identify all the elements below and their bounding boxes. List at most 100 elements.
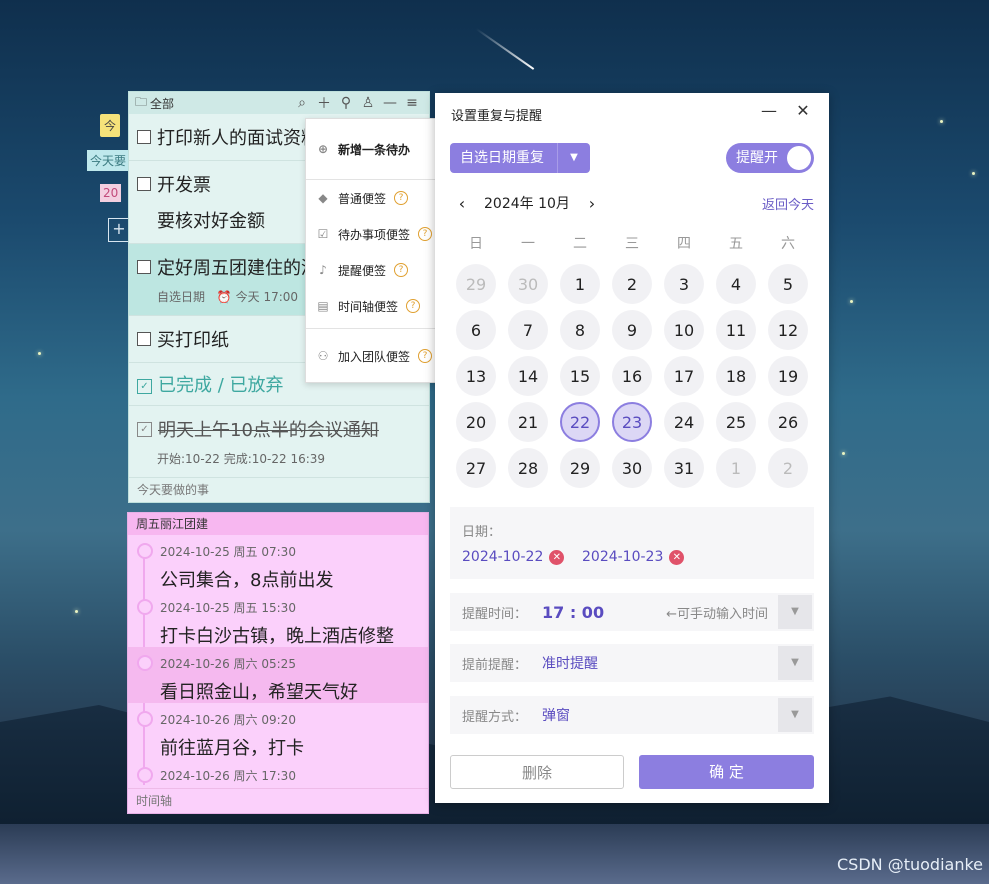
calendar-day[interactable]: 29	[450, 261, 502, 307]
help-icon[interactable]: ?	[418, 227, 433, 241]
weekday-label: 三	[625, 236, 639, 252]
calendar-day[interactable]: 5	[762, 261, 814, 307]
calendar-day-number: 9	[612, 310, 652, 350]
advance-remind-row[interactable]: 提前提醒： 准时提醒 ▼	[450, 644, 814, 682]
reminder-toggle[interactable]: 提醒开	[726, 143, 814, 173]
remind-time-label: 提醒时间：	[462, 606, 528, 622]
calendar-day[interactable]: 27	[450, 445, 502, 491]
minimize-icon[interactable]: —	[379, 95, 401, 111]
chevron-down-icon[interactable]: ▼	[557, 143, 590, 173]
timeline-item[interactable]: 2024-10-26 周六 05:25 看日照金山，希望天气好	[128, 647, 428, 703]
calendar-day[interactable]: 6	[450, 307, 502, 353]
calendar-day[interactable]: 2	[762, 445, 814, 491]
search-icon[interactable]: ⌕	[291, 95, 313, 111]
menu-new-todo[interactable]: ⊕ 新增一条待办	[306, 119, 443, 179]
calendar-day[interactable]: 30	[606, 445, 658, 491]
remove-date-icon[interactable]: ✕	[669, 549, 685, 565]
todo-checkbox[interactable]	[137, 130, 151, 144]
calendar-day-number: 27	[456, 448, 496, 488]
calendar-day[interactable]: 15	[554, 353, 606, 399]
calendar-day[interactable]: 1	[554, 261, 606, 307]
calendar-day[interactable]: 10	[658, 307, 710, 353]
next-month-icon[interactable]: ›	[580, 194, 604, 213]
calendar-day[interactable]: 18	[710, 353, 762, 399]
calendar-day[interactable]: 26	[762, 399, 814, 445]
add-icon[interactable]: ＋	[313, 93, 335, 113]
side-sticker-3[interactable]: 20	[100, 184, 122, 202]
calendar-day[interactable]: 13	[450, 353, 502, 399]
help-icon[interactable]: ?	[394, 191, 409, 205]
done-text: 明天上午10点半的会议通知	[158, 420, 379, 441]
calendar-day[interactable]: 20	[450, 399, 502, 445]
calendar-day[interactable]: 29	[554, 445, 606, 491]
back-to-today-link[interactable]: 返回今天	[762, 194, 814, 213]
remove-date-icon[interactable]: ✕	[549, 549, 565, 565]
calendar-day[interactable]: 24	[658, 399, 710, 445]
calendar-day-number: 31	[664, 448, 704, 488]
calendar-day[interactable]: 21	[502, 399, 554, 445]
calendar-day[interactable]: 31	[658, 445, 710, 491]
help-icon[interactable]: ?	[406, 299, 421, 313]
menu-normal-note[interactable]: ◆ 普通便签?	[306, 180, 443, 216]
calendar-day[interactable]: 8	[554, 307, 606, 353]
calendar-day[interactable]: 16	[606, 353, 658, 399]
folder-selector[interactable]: 🗀 全部	[135, 93, 291, 114]
prev-month-icon[interactable]: ‹	[450, 194, 474, 213]
todo-checkbox[interactable]	[137, 177, 151, 191]
close-icon[interactable]: ✕	[791, 101, 815, 120]
calendar-day-number: 3	[664, 264, 704, 304]
timeline-item[interactable]: 2024-10-25 周五 07:30 公司集合，8点前出发	[128, 535, 428, 591]
timeline-item[interactable]: 2024-10-25 周五 15:30 打卡白沙古镇，晚上酒店修整	[128, 591, 428, 647]
calendar-day[interactable]: 1	[710, 445, 762, 491]
calendar-day[interactable]: 19	[762, 353, 814, 399]
calendar-grid: 29 30 1 2 3 4 5 6 7 8 9 10 11 12 13 14 15 16 17 18 19 20 21 22 2…	[450, 261, 814, 491]
todo-checkbox[interactable]	[137, 332, 151, 346]
minimize-icon[interactable]: —	[757, 101, 781, 120]
calendar-day-number: 11	[716, 310, 756, 350]
method-label: 提醒方式：	[462, 709, 528, 725]
done-item[interactable]: ✓ 明天上午10点半的会议通知 开始:10-22 完成:10-22 16:39	[129, 405, 429, 478]
chevron-down-icon[interactable]: ▼	[778, 698, 812, 732]
confirm-button[interactable]: 确 定	[639, 755, 814, 789]
remind-time-input[interactable]: 17 : 00	[542, 603, 604, 622]
repeat-mode-select[interactable]: 自选日期重复 ▼	[450, 143, 590, 173]
calendar-day[interactable]: 4	[710, 261, 762, 307]
chevron-down-icon[interactable]: ▼	[778, 646, 812, 680]
calendar-day[interactable]: 12	[762, 307, 814, 353]
calendar-day-number: 24	[664, 402, 704, 442]
calendar-day[interactable]: 23	[606, 399, 658, 445]
done-checkbox[interactable]: ✓	[137, 421, 152, 437]
help-icon[interactable]: ?	[418, 349, 433, 363]
add-sticker-icon[interactable]: +	[108, 218, 130, 242]
calendar-day[interactable]: 17	[658, 353, 710, 399]
calendar-day[interactable]: 22	[554, 399, 606, 445]
alarm-icon: ⏰	[216, 290, 232, 304]
calendar-day[interactable]: 7	[502, 307, 554, 353]
calendar-day[interactable]: 2	[606, 261, 658, 307]
todo-checkbox[interactable]	[137, 260, 151, 274]
calendar-day[interactable]: 28	[502, 445, 554, 491]
calendar-day[interactable]: 30	[502, 261, 554, 307]
calendar-day[interactable]: 3	[658, 261, 710, 307]
remind-method-row[interactable]: 提醒方式： 弹窗 ▼	[450, 696, 814, 734]
skin-icon[interactable]: ♙	[357, 95, 379, 111]
side-sticker-2[interactable]: 今天要	[87, 150, 130, 171]
menu-timeline-note[interactable]: ▤ 时间轴便签?	[306, 288, 443, 324]
calendar-day[interactable]: 14	[502, 353, 554, 399]
delete-button[interactable]: 删除	[450, 755, 624, 789]
menu-icon[interactable]: ≡	[401, 95, 423, 111]
side-sticker-1[interactable]: 今	[100, 114, 121, 137]
calendar-day[interactable]: 9	[606, 307, 658, 353]
help-icon[interactable]: ?	[394, 263, 409, 277]
calendar-day[interactable]: 25	[710, 399, 762, 445]
calendar-day-number: 2	[768, 448, 808, 488]
timeline-item[interactable]: 2024-10-26 周六 09:20 前往蓝月谷，打卡	[128, 703, 428, 759]
pin-icon[interactable]: ⚲	[335, 95, 357, 111]
menu-join-team[interactable]: ⚇ 加入团队便签?	[306, 329, 443, 383]
menu-reminder-note[interactable]: ♪ 提醒便签?	[306, 252, 443, 288]
menu-todo-note[interactable]: ☑ 待办事项便签?	[306, 216, 443, 252]
advance-label: 提前提醒：	[462, 657, 528, 673]
calendar-day[interactable]: 11	[710, 307, 762, 353]
chevron-down-icon[interactable]: ▼	[778, 595, 812, 629]
repeat-mode-label[interactable]: 自选日期重复	[450, 143, 557, 173]
